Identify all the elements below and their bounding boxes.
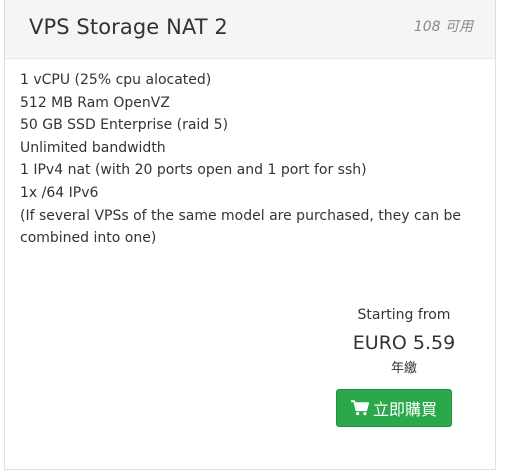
feature-item: 1 IPv4 nat (with 20 ports open and 1 por… xyxy=(20,162,367,179)
feature-list: 1 vCPU (25% cpu alocated) 512 MB Ram Ope… xyxy=(20,69,480,250)
price: EURO 5.59 xyxy=(352,332,456,354)
billing-cycle: 年繳 xyxy=(390,361,417,376)
pricing: Starting from EURO 5.59 年繳 xyxy=(330,305,478,378)
order-button-label: 立即購買 xyxy=(372,400,437,419)
feature-item: Unlimited bandwidth xyxy=(20,139,166,156)
product-header: VPS Storage NAT 2 108 可用 xyxy=(5,0,495,59)
quantity-available: 108 可用 xyxy=(413,19,473,35)
feature-item: 1x /64 IPv6 xyxy=(20,184,99,201)
product-name: VPS Storage NAT 2 xyxy=(29,15,228,39)
feature-item: (If several VPSs of the same model are p… xyxy=(20,207,462,247)
shopping-cart-icon xyxy=(350,400,369,416)
starting-from-label: Starting from xyxy=(357,307,451,323)
feature-item: 1 vCPU (25% cpu alocated) xyxy=(20,72,212,88)
feature-item: 50 GB SSD Enterprise (raid 5) xyxy=(20,117,229,134)
feature-item: 512 MB Ram OpenVZ xyxy=(20,94,170,111)
order-now-button[interactable]: 立即購買 xyxy=(336,389,452,427)
